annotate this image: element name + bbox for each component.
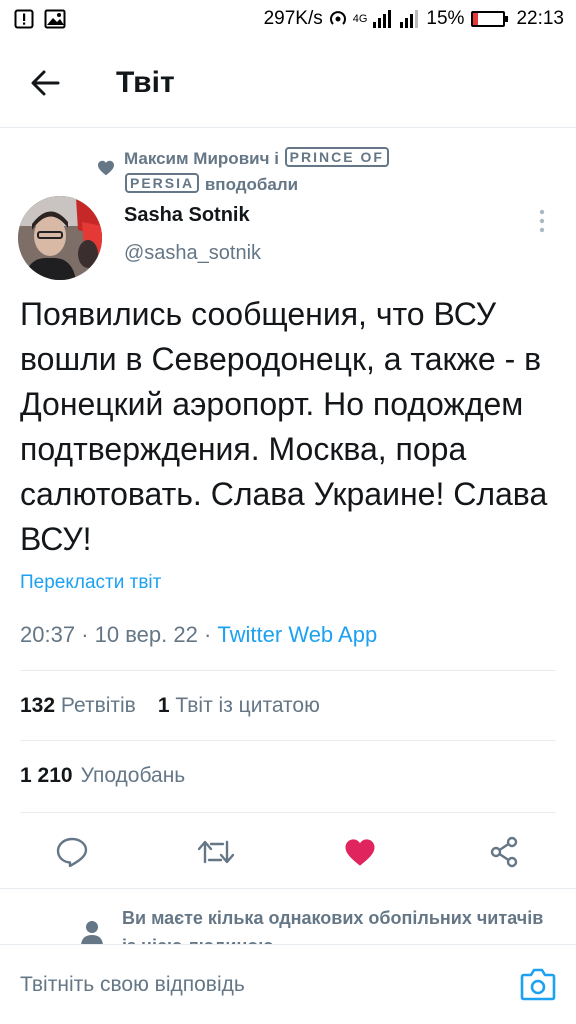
retweet-stats: 132 Ретвітів 1 Твіт із цитатою bbox=[20, 694, 320, 718]
tweet-time: 20:37 bbox=[20, 622, 76, 647]
reply-icon bbox=[56, 837, 88, 867]
author-name[interactable]: Sasha Sotnik bbox=[124, 204, 250, 227]
more-vertical-icon bbox=[539, 209, 545, 233]
likes-label: Уподобань bbox=[80, 764, 186, 787]
tweet-date: 10 вер. 22 bbox=[94, 622, 198, 647]
like-stats[interactable]: 1 210 Уподобань bbox=[20, 764, 185, 788]
person-icon bbox=[81, 921, 103, 944]
author-handle[interactable]: @sasha_sotnik bbox=[124, 242, 261, 265]
battery-icon bbox=[471, 11, 509, 27]
avatar-photo bbox=[18, 196, 102, 280]
share-button[interactable] bbox=[482, 830, 526, 874]
tweet-source-link[interactable]: Twitter Web App bbox=[217, 622, 377, 647]
liked-action: вподобали bbox=[204, 175, 299, 194]
divider bbox=[20, 812, 556, 813]
reply-input[interactable]: Твітніть свою відповідь bbox=[20, 945, 245, 1024]
status-bar: 297K/s 4G 15% 22:13 bbox=[0, 0, 576, 38]
quotes-count: 1 bbox=[157, 694, 170, 717]
retweets-count: 132 bbox=[20, 694, 56, 717]
heart-icon bbox=[345, 838, 375, 866]
network-speed: 297K/s bbox=[263, 8, 323, 29]
section-separator bbox=[0, 888, 576, 889]
translate-tweet-link[interactable]: Перекласти твіт bbox=[20, 572, 161, 594]
quotes-stat[interactable]: 1 Твіт із цитатою bbox=[158, 694, 320, 718]
back-button[interactable] bbox=[0, 38, 90, 128]
alert-icon bbox=[14, 9, 34, 29]
retweet-button[interactable] bbox=[194, 830, 238, 874]
liked-context-icon-wrap bbox=[88, 146, 124, 198]
hotspot-icon bbox=[329, 11, 346, 25]
mutual-followers-hint[interactable]: Ви маєте кілька однакових обопільних чит… bbox=[80, 904, 550, 944]
signal-icon bbox=[373, 10, 392, 28]
image-icon bbox=[44, 9, 66, 29]
reply-bar: Твітніть свою відповідь bbox=[0, 944, 576, 1024]
quotes-label: Твіт із цитатою bbox=[175, 694, 320, 717]
camera-icon bbox=[520, 968, 556, 1001]
divider bbox=[20, 740, 556, 741]
mutual-followers-text: Ви маєте кілька однакових обопільних чит… bbox=[122, 908, 544, 944]
clock: 22:13 bbox=[516, 8, 564, 29]
app-header: Твіт bbox=[0, 38, 576, 128]
retweets-stat[interactable]: 132 Ретвітів bbox=[20, 694, 136, 718]
more-options-button[interactable] bbox=[532, 206, 552, 236]
liked-connector: і bbox=[274, 149, 279, 168]
page-title: Твіт bbox=[116, 65, 175, 99]
divider bbox=[20, 670, 556, 671]
retweet-icon bbox=[197, 840, 235, 864]
retweets-label: Ретвітів bbox=[60, 694, 136, 717]
reply-button[interactable] bbox=[50, 830, 94, 874]
battery-fill bbox=[473, 13, 478, 25]
share-icon bbox=[490, 836, 518, 868]
tweet-author: Sasha Sotnik @sasha_sotnik bbox=[18, 196, 558, 286]
meta-separator-2: · bbox=[203, 622, 212, 647]
tweet-text: Появились сообщения, что ВСУ вошли в Сев… bbox=[20, 296, 548, 557]
liked-user-1[interactable]: Максим Мирович bbox=[124, 149, 269, 168]
heart-icon bbox=[98, 160, 114, 176]
like-button[interactable] bbox=[338, 830, 382, 874]
battery-percent: 15% bbox=[426, 8, 465, 29]
social-context[interactable]: Максим Мирович і PRINCE OF PERSIA вподоб… bbox=[88, 146, 528, 198]
liked-by-text: Максим Мирович і PRINCE OF PERSIA вподоб… bbox=[124, 146, 504, 198]
likes-count: 1 210 bbox=[20, 764, 73, 787]
network-type: 4G bbox=[352, 13, 368, 25]
liked-user-2-part2[interactable]: PERSIA bbox=[125, 173, 200, 193]
arrow-left-icon bbox=[31, 70, 60, 95]
status-left bbox=[14, 9, 66, 29]
signal-icon-2 bbox=[400, 10, 419, 28]
tweet-meta: 20:37 · 10 вер. 22 · Twitter Web App bbox=[20, 622, 377, 648]
status-right: 297K/s 4G 15% 22:13 bbox=[264, 8, 564, 30]
meta-separator: · bbox=[81, 622, 89, 647]
camera-button[interactable] bbox=[520, 967, 556, 1001]
liked-user-2-part1[interactable]: PRINCE OF bbox=[284, 147, 389, 167]
tweet-actions bbox=[0, 820, 576, 884]
avatar[interactable] bbox=[18, 196, 102, 280]
